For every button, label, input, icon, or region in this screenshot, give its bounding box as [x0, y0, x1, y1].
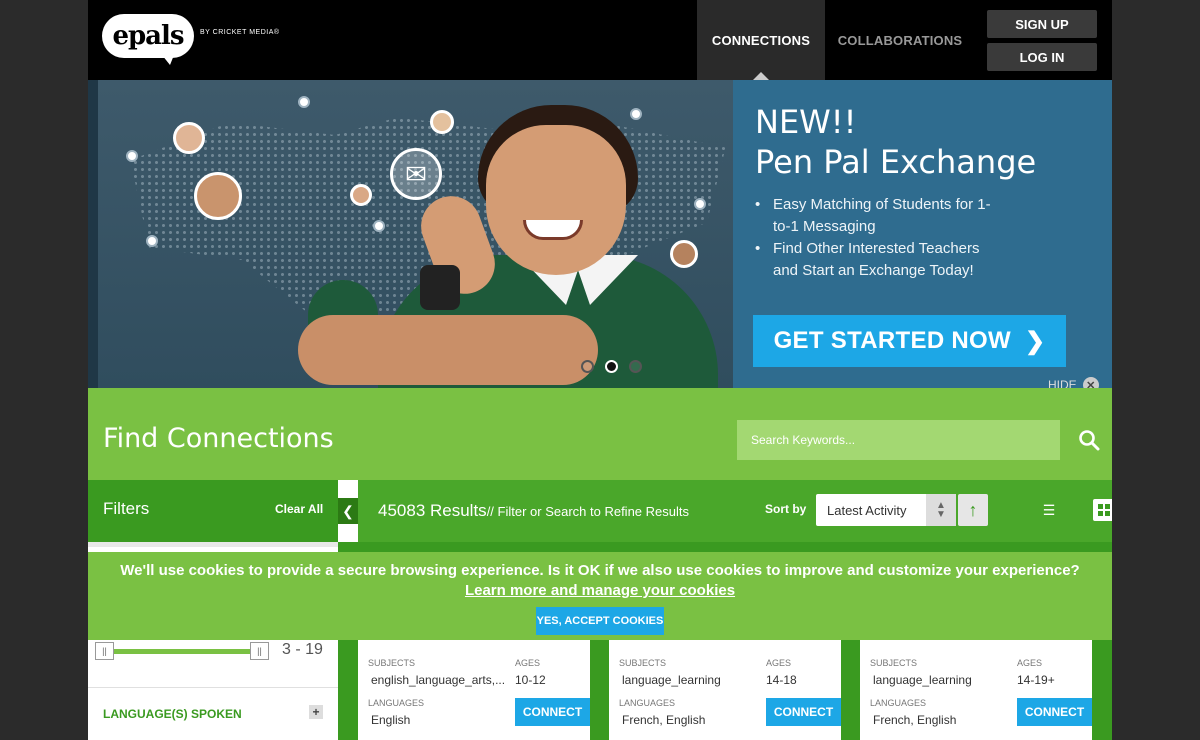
- logo-bubble: epals: [102, 14, 194, 65]
- plus-icon[interactable]: +: [309, 705, 323, 719]
- result-card[interactable]: SUBJECTS language_learning AGES 14-19+ L…: [860, 640, 1092, 740]
- results-hint: // Filter or Search to Refine Results: [486, 504, 689, 519]
- sign-up-button[interactable]: SIGN UP: [987, 10, 1097, 38]
- cookie-message: We'll use cookies to provide a secure br…: [120, 562, 1080, 579]
- select-arrows-icon: ▲ ▼: [926, 494, 956, 526]
- cookie-settings-link[interactable]: Learn more and manage your cookies: [88, 582, 1112, 599]
- epals-logo[interactable]: epals BY CRICKET MEDIA®: [102, 12, 280, 65]
- sort-by-label: Sort by: [765, 502, 807, 516]
- filters-header: Filters Clear All: [88, 480, 338, 542]
- promo-bullet: Find Other Interested Teachers and Start…: [755, 238, 1005, 282]
- subjects-label: SUBJECTS: [368, 658, 416, 668]
- list-view-icon[interactable]: ☰: [1038, 500, 1060, 520]
- ages-value: 10-12: [515, 673, 546, 687]
- age-slider-min-handle[interactable]: ||: [95, 642, 114, 660]
- find-connections-bar: Find Connections: [88, 388, 1112, 480]
- promo-panel: NEW!! Pen Pal Exchange Easy Matching of …: [733, 80, 1112, 388]
- cta-label: GET STARTED NOW: [773, 327, 1011, 354]
- connect-button[interactable]: CONNECT: [1017, 698, 1092, 726]
- close-icon: ✕: [1082, 377, 1099, 388]
- student-photo: [298, 105, 718, 388]
- nav-tab-label: CONNECTIONS: [711, 32, 811, 48]
- log-in-button[interactable]: LOG IN: [987, 43, 1097, 71]
- accept-cookies-button[interactable]: YES, ACCEPT COOKIES: [536, 607, 664, 635]
- ages-label: AGES: [1017, 658, 1043, 668]
- cookie-banner: We'll use cookies to provide a secure br…: [88, 552, 1112, 640]
- promo-bullets: Easy Matching of Students for 1-to-1 Mes…: [755, 194, 1005, 282]
- subjects-value: english_language_arts,...: [371, 673, 506, 687]
- age-slider-max-handle[interactable]: ||: [250, 642, 269, 660]
- languages-label: LANGUAGES: [619, 698, 676, 708]
- hero-edge: [88, 80, 98, 388]
- page-title: Find Connections: [103, 423, 334, 454]
- filters-title: Filters: [103, 499, 150, 518]
- carousel-dot[interactable]: [629, 360, 642, 373]
- ages-value: 14-19+: [1017, 673, 1055, 687]
- avatar-boy: [194, 172, 242, 220]
- promo-title: NEW!! Pen Pal Exchange: [755, 102, 1036, 182]
- results-header: 45083 Results// Filter or Search to Refi…: [358, 480, 1112, 542]
- languages-value: French, English: [622, 713, 706, 727]
- map-pin-icon: [126, 150, 138, 162]
- promo-bullet: Easy Matching of Students for 1-to-1 Mes…: [755, 194, 1005, 238]
- language-filter-label[interactable]: LANGUAGE(S) SPOKEN: [103, 707, 242, 721]
- languages-value: French, English: [873, 713, 957, 727]
- page: epals BY CRICKET MEDIA® CONNECTIONS COLL…: [88, 0, 1112, 740]
- carousel-dot-active[interactable]: [605, 360, 618, 373]
- chevron-right-icon: ❯: [1024, 327, 1046, 355]
- promo-title-line: Pen Pal Exchange: [755, 143, 1037, 181]
- chevron-left-icon: ❮: [342, 502, 354, 519]
- languages-label: LANGUAGES: [870, 698, 927, 708]
- watch: [420, 265, 460, 310]
- logo-byline: BY CRICKET MEDIA®: [200, 28, 280, 36]
- connect-button[interactable]: CONNECT: [515, 698, 590, 726]
- grid-view-icon[interactable]: [1093, 499, 1112, 521]
- clear-all-link[interactable]: Clear All: [275, 502, 323, 516]
- carousel-dot[interactable]: [581, 360, 594, 373]
- map-pin-icon: [146, 235, 158, 247]
- nav-tab-connections[interactable]: CONNECTIONS: [697, 0, 825, 80]
- subjects-value: language_learning: [622, 673, 721, 687]
- collapse-filters-button[interactable]: ❮: [338, 498, 358, 524]
- subjects-label: SUBJECTS: [619, 658, 667, 668]
- results-summary: 45083 Results// Filter or Search to Refi…: [378, 501, 689, 521]
- top-header: epals BY CRICKET MEDIA® CONNECTIONS COLL…: [88, 0, 1112, 80]
- ages-label: AGES: [515, 658, 541, 668]
- nav-tab-label: COLLABORATIONS: [837, 32, 963, 48]
- results-count: 45083 Results: [378, 501, 487, 520]
- connect-button[interactable]: CONNECT: [766, 698, 841, 726]
- sort-direction-button[interactable]: ↑: [958, 494, 988, 526]
- languages-label: LANGUAGES: [368, 698, 425, 708]
- get-started-button[interactable]: GET STARTED NOW ❯: [753, 315, 1066, 367]
- hero-carousel: ✉ NEW!! Pen Pal Exchange • Easy Matching…: [88, 80, 1112, 388]
- sort-select[interactable]: Latest Activity ▲ ▼: [816, 494, 956, 526]
- subjects-value: language_learning: [873, 673, 972, 687]
- sort-value: Latest Activity: [827, 502, 907, 518]
- promo-title-line: NEW!!: [755, 103, 857, 141]
- arrow-up-icon: ↑: [968, 499, 978, 520]
- ages-label: AGES: [766, 658, 792, 668]
- nav-tab-collaborations[interactable]: COLLABORATIONS: [825, 0, 975, 80]
- search-icon[interactable]: [1078, 429, 1100, 451]
- hide-label: HIDE: [1048, 378, 1077, 388]
- logo-text: epals: [112, 21, 184, 51]
- carousel-dots: [581, 360, 642, 373]
- divider: [88, 687, 338, 688]
- result-card[interactable]: SUBJECTS english_language_arts,... AGES …: [358, 640, 590, 740]
- hero-image: ✉: [98, 80, 733, 388]
- result-card[interactable]: SUBJECTS language_learning AGES 14-18 LA…: [609, 640, 841, 740]
- search-input[interactable]: [737, 420, 1060, 460]
- languages-value: English: [371, 713, 411, 727]
- subjects-label: SUBJECTS: [870, 658, 918, 668]
- hide-hero-button[interactable]: HIDE ✕: [1048, 377, 1099, 388]
- ages-value: 14-18: [766, 673, 797, 687]
- age-range-value: 3 - 19: [282, 641, 323, 658]
- avatar-girl: [173, 122, 205, 154]
- age-slider-track[interactable]: [103, 649, 268, 654]
